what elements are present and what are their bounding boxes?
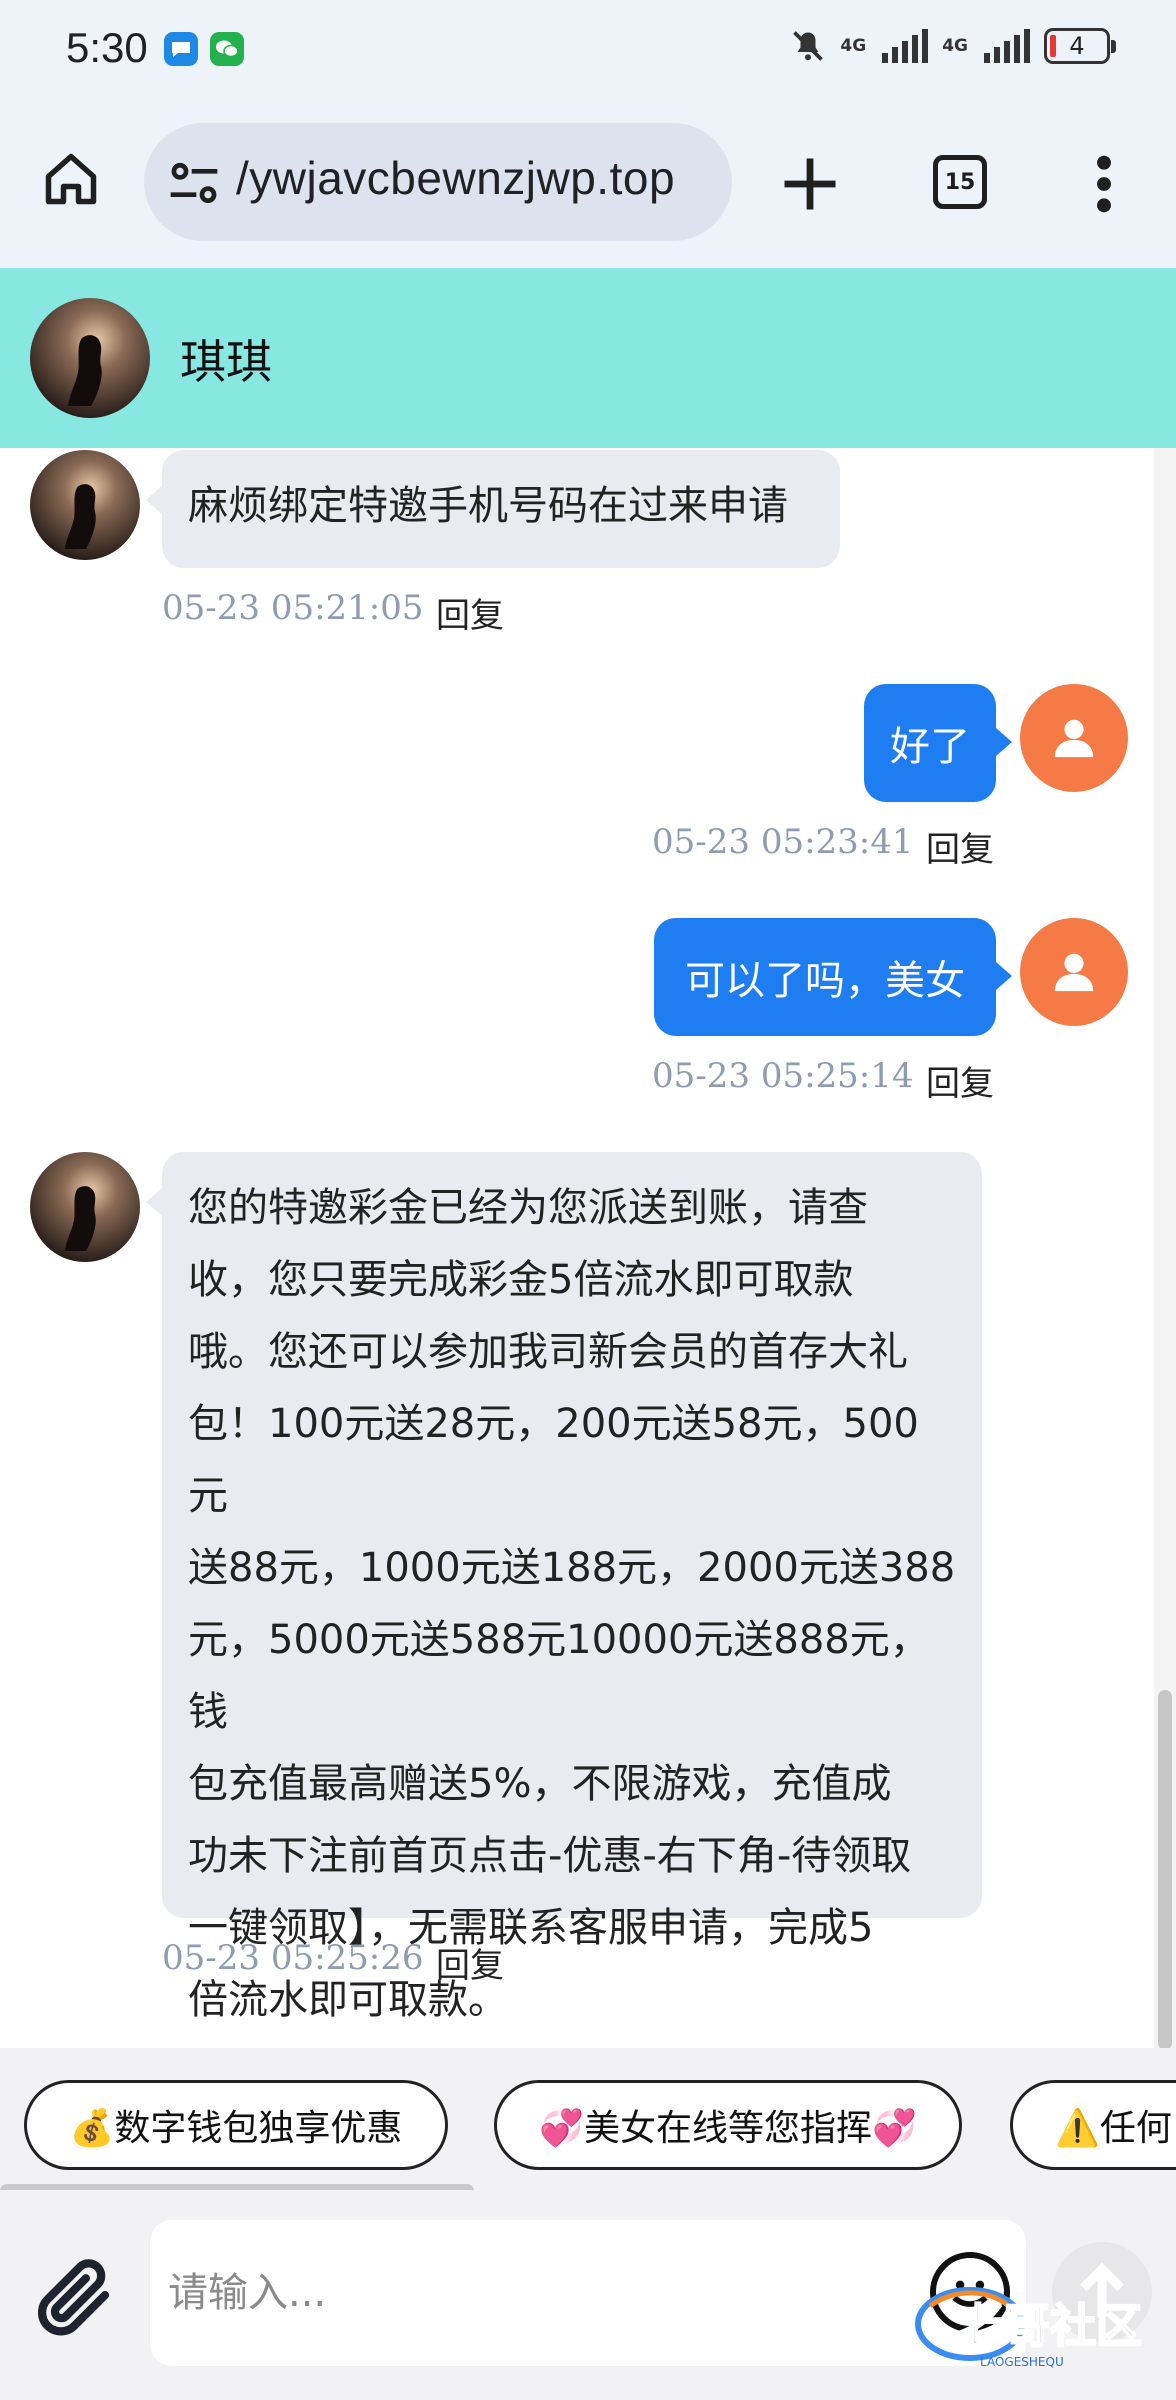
mute-bell-icon: [793, 31, 824, 61]
watermark-text: 老哥社区: [958, 2299, 1142, 2353]
message-text: 好了: [890, 724, 970, 770]
quick-reply-label: ⚠️任何: [1055, 2108, 1172, 2149]
watermark-logo: 老哥社区 LAOGESHEQU: [910, 2262, 1170, 2382]
home-icon[interactable]: [36, 144, 106, 214]
url-text: /ywjavcbewnzjwp.top: [236, 152, 676, 204]
quick-reply-bar: 💰数字钱包独享优惠 💞美女在线等您指挥💞 ⚠️任何: [0, 2048, 1176, 2190]
chat-header: 琪琪: [0, 268, 1176, 448]
quick-reply-wallet[interactable]: 💰数字钱包独享优惠: [24, 2080, 448, 2170]
agent-message-bubble: 麻烦绑定特邀手机号码在过来申请: [146, 450, 840, 568]
user-avatar: [1020, 684, 1128, 792]
agent-message-bubble: 您的特邀彩金已经为您派送到账，请查 收，您只要完成彩金5倍流水即可取款 哦。您还…: [146, 1152, 982, 2023]
quick-reply-label: 💞美女在线等您指挥💞: [539, 2108, 917, 2149]
message-line: 收，您只要完成彩金5倍流水即可取款: [188, 1257, 854, 1303]
wechat-notification-icon: [210, 32, 244, 66]
message-line: 您的特邀彩金已经为您派送到账，请查: [188, 1185, 868, 1231]
message-line: 送88元，1000元送188元，2000元送388: [188, 1545, 956, 1591]
user-icon: [1054, 953, 1094, 992]
status-time: 5:30: [66, 24, 148, 71]
quick-reply-label: 💰数字钱包独享优惠: [69, 2108, 403, 2149]
status-indicators: 4G 4G 4: [790, 28, 1116, 64]
tab-count: 15: [944, 169, 976, 195]
tab-switcher-button[interactable]: 15: [933, 155, 987, 209]
message-line: 功未下注前首页点击-优惠-右下角-待领取: [188, 1833, 912, 1879]
paperclip-icon[interactable]: [30, 2252, 120, 2342]
signal-icon-1: [882, 29, 929, 63]
signal-icon-2: [984, 29, 1030, 63]
quick-reply-online[interactable]: 💞美女在线等您指挥💞: [494, 2080, 962, 2170]
messenger-notification-icon: [164, 32, 198, 66]
battery-icon: 4: [1044, 28, 1116, 64]
user-message-bubble: 可以了吗，美女: [654, 918, 1012, 1036]
address-bar[interactable]: /ywjavcbewnzjwp.top: [144, 123, 732, 241]
browser-toolbar: /ywjavcbewnzjwp.top 15: [0, 100, 1176, 268]
message-line: 包！100元送28元，200元送58元，500元: [188, 1401, 919, 1519]
contact-avatar[interactable]: [30, 298, 150, 418]
input-placeholder: 请输入...: [168, 2270, 327, 2316]
message-text: 可以了吗，美女: [685, 958, 965, 1004]
message-line: 元，5000元送588元10000元送888元，钱: [188, 1617, 930, 1735]
more-menu-icon[interactable]: [1090, 152, 1118, 216]
status-bar: 5:30 4G 4G 4: [0, 0, 1176, 100]
battery-level: 4: [1069, 32, 1085, 60]
reply-link[interactable]: 回复: [926, 1056, 994, 1105]
user-icon: [1054, 719, 1094, 758]
agent-avatar: [30, 450, 140, 560]
new-tab-icon[interactable]: [776, 150, 844, 218]
quick-reply-warning[interactable]: ⚠️任何: [1010, 2080, 1176, 2170]
reply-link[interactable]: 回复: [436, 1938, 504, 1987]
message-timestamp: 05-23 05:25:14: [652, 1056, 914, 1096]
reply-link[interactable]: 回复: [926, 822, 994, 871]
network-type-1: 4G: [840, 35, 867, 56]
site-settings-icon[interactable]: [166, 155, 222, 211]
user-avatar: [1020, 918, 1128, 1026]
message-timestamp: 05-23 05:21:05: [162, 588, 424, 628]
message-input[interactable]: 请输入...: [150, 2220, 1026, 2366]
agent-avatar: [30, 1152, 140, 1262]
chat-scrollbar-thumb[interactable]: [1158, 1690, 1172, 2050]
watermark-sub: LAOGESHEQU: [980, 2355, 1064, 2369]
contact-name: 琪琪: [180, 335, 272, 389]
message-text: 麻烦绑定特邀手机号码在过来申请: [188, 483, 788, 529]
user-message-bubble: 好了: [864, 684, 1012, 802]
network-type-2: 4G: [942, 35, 968, 56]
reply-link[interactable]: 回复: [436, 588, 504, 637]
message-line: 哦。您还可以参加我司新会员的首存大礼: [188, 1329, 908, 1375]
message-timestamp: 05-23 05:23:41: [652, 822, 914, 862]
message-line: 包充值最高赠送5%，不限游戏，充值成: [188, 1761, 892, 1807]
message-timestamp: 05-23 05:25:26: [162, 1938, 424, 1978]
